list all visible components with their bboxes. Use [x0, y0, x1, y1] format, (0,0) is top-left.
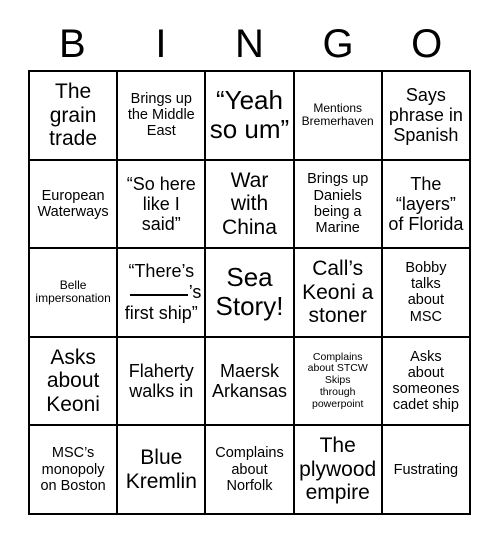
bingo-cell-o4[interactable]: Asks about someones cadet ship: [382, 337, 471, 427]
bingo-cell-n2[interactable]: War with China: [206, 160, 295, 250]
bingo-cell-text: Bobby talks about MSC: [405, 260, 447, 325]
bingo-cell-i2[interactable]: “So here like I said”: [118, 160, 207, 250]
bingo-grid: The grain trade Brings up the Middle East…: [28, 70, 471, 515]
bingo-header-letter-n: N: [235, 22, 264, 66]
blank-cell-line-2: ’s: [121, 282, 201, 303]
bingo-cell-n1[interactable]: “Yeah so um”: [206, 72, 295, 161]
bingo-cell-text: MSC’s monopoly on Boston: [40, 445, 106, 494]
bingo-cell-text: Blue Kremlin: [125, 446, 197, 493]
bingo-cell-text: Sea Story!: [215, 262, 284, 322]
bingo-cell-text: “There’s’s first ship”: [121, 261, 202, 324]
bingo-cell-text: Complains about Norfolk: [215, 445, 284, 494]
bingo-cell-text: Complains about STCW Skips through power…: [307, 350, 368, 410]
bingo-cell-g5[interactable]: The plywood empire: [294, 426, 383, 515]
bingo-cell-text: War with China: [222, 168, 277, 239]
bingo-cell-b5[interactable]: MSC’s monopoly on Boston: [30, 426, 119, 515]
bingo-cell-text: Asks about someones cadet ship: [392, 348, 460, 414]
bingo-cell-b4[interactable]: Asks about Keoni: [30, 337, 119, 427]
bingo-cell-g4[interactable]: Complains about STCW Skips through power…: [294, 337, 383, 427]
bingo-cell-o3[interactable]: Bobby talks about MSC: [382, 249, 471, 338]
bingo-cell-text: Belle impersonation: [35, 278, 111, 306]
bingo-cell-b1[interactable]: The grain trade: [30, 72, 119, 161]
bingo-cell-i3[interactable]: “There’s’s first ship”: [118, 249, 207, 338]
bingo-cell-g1[interactable]: Mentions Bremerhaven: [294, 72, 383, 161]
bingo-cell-text: Brings up Daniels being a Marine: [307, 171, 369, 237]
bingo-cell-b2[interactable]: European Waterways: [30, 160, 119, 250]
bingo-cell-text: “Yeah so um”: [209, 85, 290, 145]
bingo-header-letter-i: I: [155, 22, 167, 66]
bingo-cell-text: Says phrase in Spanish: [388, 85, 463, 146]
bingo-cell-text: The plywood empire: [299, 434, 377, 505]
bingo-cell-i5[interactable]: Blue Kremlin: [118, 426, 207, 515]
bingo-cell-text: Fustrating: [393, 461, 459, 478]
bingo-cell-text: Asks about Keoni: [46, 345, 100, 416]
bingo-cell-o1[interactable]: Says phrase in Spanish: [382, 72, 471, 161]
blank-fill-in-rule: [129, 294, 188, 297]
bingo-cell-i4[interactable]: Flaherty walks in: [118, 337, 207, 427]
bingo-cell-n5[interactable]: Complains about Norfolk: [206, 426, 295, 515]
bingo-cell-b3[interactable]: Belle impersonation: [30, 249, 119, 338]
bingo-cell-text: Call’s Keoni a stoner: [302, 257, 374, 328]
bingo-cell-o5[interactable]: Fustrating: [382, 426, 471, 515]
blank-cell-line-1: “There’s: [128, 261, 195, 282]
bingo-cell-text: Brings up the Middle East: [127, 90, 195, 140]
bingo-cell-o2[interactable]: The “layers” of Florida: [382, 160, 471, 250]
bingo-cell-n3[interactable]: Sea Story!: [206, 249, 295, 338]
bingo-cell-text: European Waterways: [37, 187, 109, 220]
bingo-header-letter-b: B: [58, 22, 86, 66]
bingo-cell-text: “So here like I said”: [126, 173, 196, 234]
bingo-card: B I N G O The grain trade Brings up the Middl…: [0, 0, 500, 544]
bingo-cell-g2[interactable]: Brings up Daniels being a Marine: [294, 160, 383, 250]
bingo-cell-g3[interactable]: Call’s Keoni a stoner: [294, 249, 383, 338]
bingo-cell-text: The “layers” of Florida: [388, 173, 464, 234]
bingo-cell-text: Flaherty walks in: [128, 360, 194, 402]
bingo-cell-i1[interactable]: Brings up the Middle East: [118, 72, 207, 161]
bingo-cell-n4[interactable]: Maersk Arkansas: [206, 337, 295, 427]
bingo-cell-text: The grain trade: [49, 80, 98, 151]
bingo-cell-text: Maersk Arkansas: [211, 360, 288, 402]
blank-cell-line-3: first ship”: [124, 302, 198, 323]
bingo-header-letter-o: O: [411, 22, 443, 66]
bingo-header-row: BINGO: [28, 18, 471, 70]
bingo-cell-text: Mentions Bremerhaven: [301, 100, 374, 129]
blank-cell-line-2-suffix: ’s: [188, 282, 202, 303]
bingo-header-letter-g: G: [322, 22, 354, 66]
